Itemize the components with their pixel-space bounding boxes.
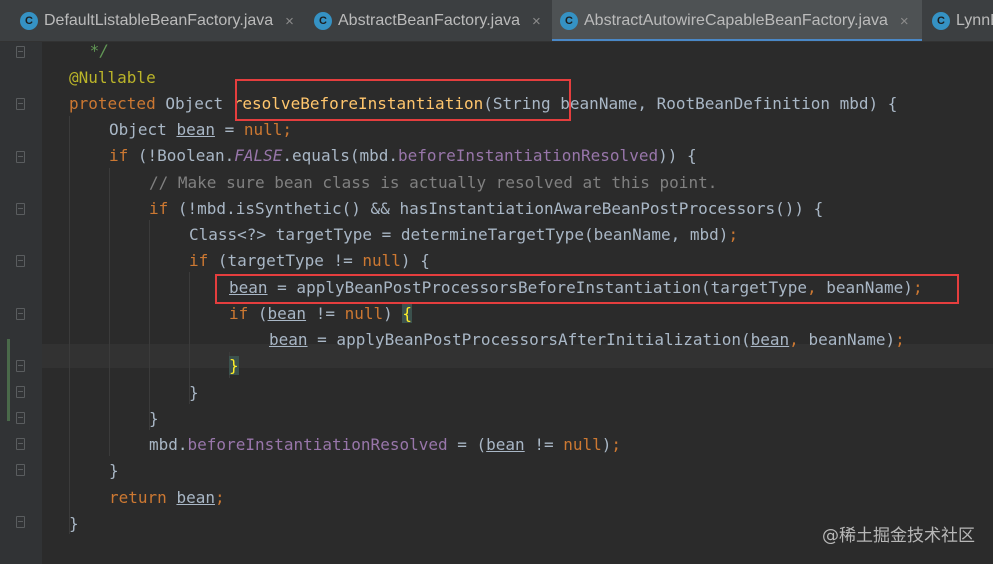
editor-tab-bar: C DefaultListableBeanFactory.java × C Ab… [0,0,993,42]
fold-icon[interactable] [16,255,25,267]
code-line-6: // Make sure bean class is actually reso… [149,173,718,192]
tab-lynn[interactable]: C LynnB [932,0,993,41]
indent-guide [69,116,70,534]
matched-brace: { [402,304,413,323]
watermark: @稀土掘金技术社区 [822,526,975,546]
matched-brace: } [229,356,239,375]
code-editor[interactable]: */ @Nullable protected Object resolveBef… [42,41,993,564]
tab-abstract-autowire-capable-bean-factory[interactable]: C AbstractAutowireCapableBeanFactory.jav… [552,0,922,41]
code-line-2: @Nullable [69,68,156,87]
fold-icon[interactable] [16,203,25,215]
code-line-11: if (bean != null) { [229,304,413,323]
fold-icon[interactable] [16,360,25,372]
highlight-box-call [215,274,959,304]
fold-icon[interactable] [16,438,25,450]
close-icon[interactable]: × [900,13,909,30]
fold-icon[interactable] [16,98,25,110]
tab-default-listable-bean-factory[interactable]: C DefaultListableBeanFactory.java × [20,0,294,41]
code-line-18: return bean; [109,488,225,507]
class-c-icon: C [932,12,950,30]
tab-label: DefaultListableBeanFactory.java [44,12,274,29]
class-c-icon: C [314,12,332,30]
code-line-12: bean = applyBeanPostProcessorsAfterIniti… [269,330,905,349]
editor-gutter [0,42,42,564]
tab-label: LynnB [956,12,993,29]
code-line-17: } [109,461,119,480]
code-line-16: mbd.beforeInstantiationResolved = (bean … [149,435,622,454]
tab-label: AbstractAutowireCapableBeanFactory.java [584,12,888,29]
code-line-1: */ [80,41,109,60]
fold-icon[interactable] [16,464,25,476]
code-line-13: } [229,353,239,379]
fold-icon[interactable] [16,308,25,320]
fold-icon[interactable] [16,386,25,398]
indent-guide [149,220,150,430]
vcs-change-marker [7,339,10,421]
code-line-9: if (targetType != null) { [189,251,430,270]
close-icon[interactable]: × [532,13,541,30]
class-c-icon: C [20,12,38,30]
class-c-icon: C [560,12,578,30]
code-line-8: Class<?> targetType = determineTargetTyp… [189,225,739,244]
tab-label: AbstractBeanFactory.java [338,12,521,29]
fold-icon[interactable] [16,151,25,163]
fold-icon[interactable] [16,516,25,528]
code-line-7: if (!mbd.isSynthetic() && hasInstantiati… [149,199,824,218]
code-line-5: if (!Boolean.FALSE.equals(mbd.beforeInst… [109,146,697,165]
code-line-19: } [69,514,79,533]
close-icon[interactable]: × [285,13,294,30]
code-line-14: } [189,383,199,402]
tab-abstract-bean-factory[interactable]: C AbstractBeanFactory.java × [314,0,541,41]
indent-guide [109,168,110,456]
highlight-box-method [235,79,571,121]
code-line-15: } [149,409,159,428]
fold-icon[interactable] [16,412,25,424]
fold-icon[interactable] [16,46,25,58]
